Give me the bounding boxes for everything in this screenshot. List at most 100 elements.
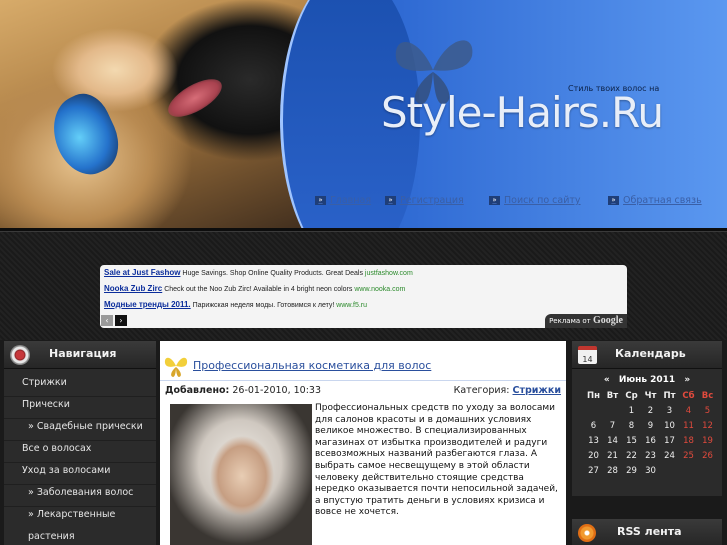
calendar-panel: 14 Календарь « Июнь 2011 » Пн Вт Ср Чт П… xyxy=(572,341,722,496)
calendar-day[interactable]: 16 xyxy=(641,436,660,446)
calendar-day[interactable]: 29 xyxy=(622,466,641,476)
calendar-day[interactable]: 11 xyxy=(679,421,698,431)
sidebar-item-hairstyles[interactable]: Прически xyxy=(4,399,156,419)
double-arrow-icon: » xyxy=(608,196,619,205)
calendar-day[interactable]: 6 xyxy=(584,421,603,431)
article-title-link[interactable]: Профессиональная косметика для волос xyxy=(193,359,431,372)
calendar-day[interactable]: 7 xyxy=(603,421,622,431)
calendar-day[interactable]: 14 xyxy=(603,436,622,446)
calendar-day[interactable]: 22 xyxy=(622,451,641,461)
calendar-day xyxy=(698,466,717,476)
calendar-day xyxy=(660,466,679,476)
panel-title[interactable]: RSS лента xyxy=(617,525,682,538)
ad-item[interactable]: Модные тренды 2011. Парижская неделя мод… xyxy=(104,300,367,309)
nav-link-label: Обратная связь xyxy=(623,195,702,206)
calendar-next-button[interactable]: » xyxy=(684,375,690,385)
ad-block: Sale at Just Fashow Huge Savings. Shop O… xyxy=(100,265,627,328)
ad-url[interactable]: www.nooka.com xyxy=(354,286,405,293)
calendar-day[interactable]: 21 xyxy=(603,451,622,461)
weekday-label: Пн xyxy=(587,391,600,401)
ad-prev-button[interactable]: ‹ xyxy=(101,315,113,326)
double-arrow-icon: » xyxy=(315,196,326,205)
calendar-day[interactable]: 30 xyxy=(641,466,660,476)
ad-title[interactable]: Sale at Just Fashow xyxy=(104,268,180,277)
ad-text: Check out the Noo Zub Zirc! Available in… xyxy=(164,286,353,293)
ad-item[interactable]: Sale at Just Fashow Huge Savings. Shop O… xyxy=(104,268,413,277)
calendar-day[interactable]: 13 xyxy=(584,436,603,446)
nav-link-search[interactable]: » Поиск по сайту xyxy=(489,195,581,206)
sidebar-item-medicinal-plants[interactable]: растения xyxy=(4,531,156,545)
article: Профессиональная косметика для волос Доб… xyxy=(160,341,566,545)
calendar-day[interactable]: 12 xyxy=(698,421,717,431)
panel-header: 14 Календарь xyxy=(572,341,722,369)
sidebar-item-medicinal[interactable]: » Лекарственные xyxy=(4,509,156,529)
calendar-day[interactable]: 23 xyxy=(641,451,660,461)
calendar-day[interactable]: 3 xyxy=(660,406,679,416)
double-arrow-icon: » xyxy=(385,196,396,205)
weekday-label: Вт xyxy=(606,391,619,401)
calendar-month-row: « Июнь 2011 » xyxy=(572,375,722,385)
calendar-day[interactable]: 17 xyxy=(660,436,679,446)
calendar-day[interactable]: 19 xyxy=(698,436,717,446)
calendar-day[interactable]: 9 xyxy=(641,421,660,431)
nav-link-label: Поиск по сайту xyxy=(504,195,581,206)
calendar-day[interactable]: 10 xyxy=(660,421,679,431)
weekday-label: Пт xyxy=(663,391,676,401)
ad-next-button[interactable]: › xyxy=(115,315,127,326)
calendar-day xyxy=(603,406,622,416)
calendar-day[interactable]: 20 xyxy=(584,451,603,461)
weekday-label: Вс xyxy=(701,391,714,401)
sidebar-item-all-about-hair[interactable]: Все о волосах xyxy=(4,443,156,463)
nav-link-register[interactable]: » Регистрация xyxy=(385,195,464,206)
calendar-day[interactable]: 18 xyxy=(679,436,698,446)
calendar-grid: Пн Вт Ср Чт Пт Сб Вс 1 2 3 4 5 6 7 8 9 1… xyxy=(584,391,716,476)
ads-by-google-link[interactable]: Реклама от Google xyxy=(545,314,627,328)
sidebar-item-hair-diseases[interactable]: » Заболевания волос xyxy=(4,487,156,507)
nav-link-home[interactable]: » Главная xyxy=(315,195,371,206)
ad-item[interactable]: Nooka Zub Zirc Check out the Noo Zub Zir… xyxy=(104,284,405,293)
calendar-day xyxy=(679,466,698,476)
calendar-day[interactable]: 26 xyxy=(698,451,717,461)
article-meta: Добавлено: 26-01-2010, 10:33 Категория: … xyxy=(165,385,563,397)
calendar-day[interactable]: 15 xyxy=(622,436,641,446)
ads-by-label: Реклама от xyxy=(549,317,591,325)
nav-link-label: Регистрация xyxy=(400,195,464,206)
calendar-day[interactable]: 24 xyxy=(660,451,679,461)
nav-link-feedback[interactable]: » Обратная связь xyxy=(608,195,702,206)
category: Категория: Стрижки xyxy=(454,385,561,396)
added-label: Добавлено: xyxy=(165,385,230,396)
calendar-day[interactable]: 27 xyxy=(584,466,603,476)
calendar-month: Июнь 2011 xyxy=(618,375,676,385)
panel-title: Календарь xyxy=(615,347,686,360)
calendar-day[interactable]: 1 xyxy=(622,406,641,416)
calendar-day[interactable]: 5 xyxy=(698,406,717,416)
ad-url[interactable]: justfashow.com xyxy=(365,270,413,277)
calendar-day[interactable]: 8 xyxy=(622,421,641,431)
calendar-day[interactable]: 28 xyxy=(603,466,622,476)
site-logo[interactable]: Style-Hairs.Ru xyxy=(381,88,664,137)
calendar-icon: 14 xyxy=(578,346,597,364)
navigation-panel: Навигация Стрижки Прически » Свадебные п… xyxy=(4,341,156,545)
ad-title[interactable]: Модные тренды 2011. xyxy=(104,300,191,309)
panel-title: Навигация xyxy=(49,347,117,360)
google-logo: Google xyxy=(593,315,623,326)
panel-header: RSS лента xyxy=(572,519,722,545)
article-image xyxy=(170,404,312,545)
weekday-label: Ср xyxy=(625,391,638,401)
sidebar-item-haircuts[interactable]: Стрижки xyxy=(4,377,156,397)
category-link[interactable]: Стрижки xyxy=(513,385,562,396)
site-header: Стиль твоих волос на Style-Hairs.Ru » Гл… xyxy=(0,0,727,228)
weekday-label: Чт xyxy=(644,391,657,401)
weekday-label: Сб xyxy=(682,391,695,401)
calendar-day[interactable]: 4 xyxy=(679,406,698,416)
ad-text: Парижская неделя моды. Готовимся к лету! xyxy=(192,302,335,309)
calendar-day[interactable]: 2 xyxy=(641,406,660,416)
sidebar-item-hair-care[interactable]: Уход за волосами xyxy=(4,465,156,485)
rss-panel: RSS лента xyxy=(572,519,722,545)
ad-title[interactable]: Nooka Zub Zirc xyxy=(104,284,162,293)
ad-url[interactable]: www.f5.ru xyxy=(336,302,367,309)
calendar-prev-button[interactable]: « xyxy=(604,375,610,385)
rss-icon[interactable] xyxy=(578,524,596,542)
sidebar-item-wedding-hairstyles[interactable]: » Свадебные прически xyxy=(4,421,156,441)
calendar-day[interactable]: 25 xyxy=(679,451,698,461)
